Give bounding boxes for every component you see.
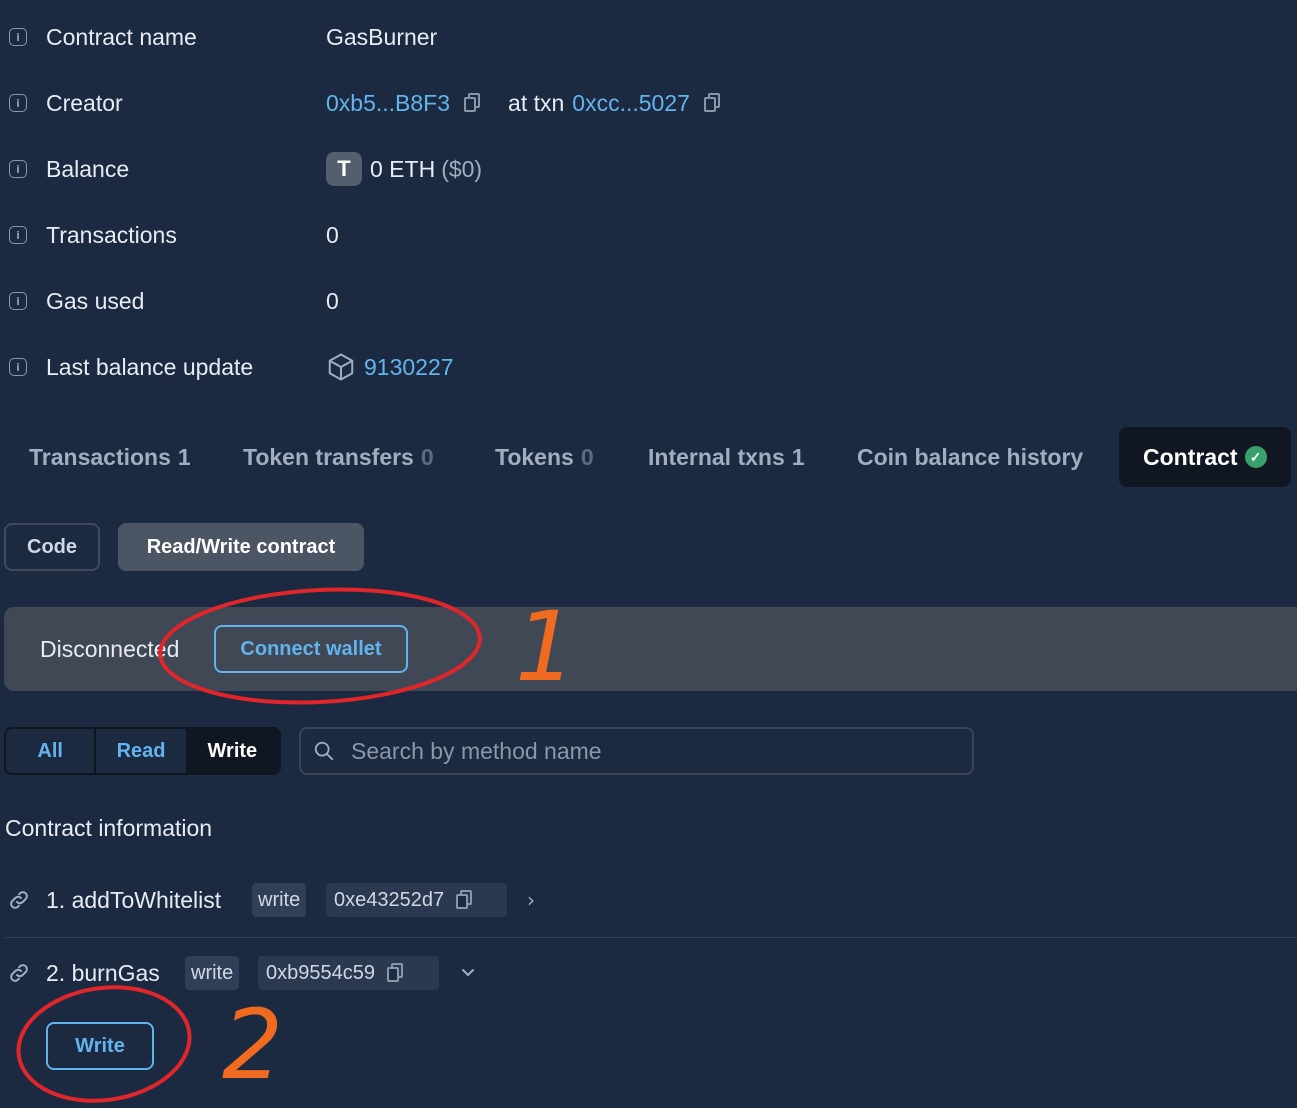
tab-transactions[interactable]: Transactions 1 (29, 427, 191, 487)
connect-wallet-button[interactable]: Connect wallet (214, 625, 408, 673)
divider (5, 937, 1297, 938)
wallet-status: Disconnected (40, 636, 180, 662)
tab-label: Coin balance history (857, 443, 1084, 470)
at-txn-text: at txn (508, 89, 565, 116)
copy-icon[interactable] (386, 963, 405, 983)
tab-coin-balance-history[interactable]: Coin balance history (857, 427, 1083, 487)
method-name[interactable]: 1. addToWhitelist (46, 887, 221, 914)
last-update-label: Last balance update (46, 353, 254, 380)
detail-contract-name: i Contract name GasBurner (0, 17, 1297, 57)
tab-label: Tokens (495, 443, 574, 470)
block-cube-icon (328, 353, 354, 381)
tab-count: 0 (580, 443, 594, 470)
creator-address-link[interactable]: 0xb5...B8F3 (326, 90, 450, 117)
tab-count: 1 (177, 443, 191, 470)
subtab-code[interactable]: Code (4, 523, 100, 571)
search-input[interactable] (349, 736, 933, 766)
balance-usd: ($0) (441, 155, 483, 182)
last-update-value: 9130227 (326, 352, 454, 382)
method-row: 2. burnGas write 0xb9554c59 (0, 953, 1297, 993)
tab-label: Internal txns (648, 443, 785, 470)
verified-check-icon: ✓ (1244, 446, 1267, 468)
contract-name-label: Contract name (46, 23, 197, 50)
method-selector: 0xb9554c59 (258, 956, 439, 990)
method-row: 1. addToWhitelist write 0xe43252d7 › (0, 880, 1297, 920)
chevron-right-icon[interactable]: › (527, 888, 535, 912)
info-icon[interactable]: i (9, 226, 27, 244)
block-number-link[interactable]: 9130227 (364, 354, 454, 381)
gas-used-value: 0 (326, 287, 339, 314)
link-icon[interactable] (7, 888, 31, 912)
balance-amount: 0 ETH (370, 155, 436, 182)
wallet-banner (4, 607, 1297, 691)
info-icon[interactable]: i (9, 160, 27, 178)
detail-balance: i Balance T 0 ETH ($0) (0, 149, 1297, 189)
detail-creator: i Creator 0xb5...B8F3 at txn 0xcc...5027 (0, 83, 1297, 123)
search-icon (314, 741, 334, 761)
address-tabs: Transactions 1 Token transfers 0 Tokens … (0, 427, 1297, 487)
method-filter: All Read Write (4, 727, 281, 775)
tab-label: Transactions (29, 443, 171, 470)
tab-label: Contract (1143, 443, 1238, 470)
method-tag: write (252, 883, 307, 917)
filter-write[interactable]: Write (185, 729, 279, 773)
method-search (299, 727, 974, 775)
balance-value: T 0 ETH ($0) (326, 152, 482, 186)
contract-name-value: GasBurner (326, 23, 438, 50)
selector-value: 0xe43252d7 (334, 888, 445, 911)
write-button[interactable]: Write (46, 1022, 154, 1070)
detail-transactions: i Transactions 0 (0, 215, 1297, 255)
creator-label: Creator (46, 89, 123, 116)
tab-token-transfers[interactable]: Token transfers 0 (243, 427, 434, 487)
method-selector: 0xe43252d7 (326, 883, 507, 917)
copy-icon[interactable] (464, 93, 482, 113)
info-icon[interactable]: i (9, 292, 27, 310)
info-icon[interactable]: i (9, 358, 27, 376)
tab-contract[interactable]: Contract ✓ (1119, 427, 1291, 487)
filter-read[interactable]: Read (96, 729, 185, 773)
link-icon[interactable] (7, 961, 31, 985)
detail-last-balance-update: i Last balance update 9130227 (0, 347, 1297, 387)
tab-internal-txns[interactable]: Internal txns 1 (648, 427, 805, 487)
tab-count: 1 (791, 443, 805, 470)
selector-value: 0xb9554c59 (266, 961, 375, 984)
token-icon: T (326, 152, 362, 186)
annotation-number-2: 2 (222, 989, 283, 1101)
transactions-value: 0 (326, 221, 339, 248)
chevron-down-icon[interactable] (458, 963, 478, 983)
info-icon[interactable]: i (9, 28, 27, 46)
copy-icon[interactable] (703, 93, 722, 113)
tab-tokens[interactable]: Tokens 0 (495, 427, 594, 487)
creator-txn-link[interactable]: 0xcc...5027 (572, 90, 690, 117)
tab-count: 0 (420, 443, 434, 470)
section-title: Contract information (5, 815, 213, 841)
method-tag: write (185, 956, 240, 990)
balance-label: Balance (46, 155, 130, 182)
copy-icon[interactable] (456, 890, 474, 910)
gas-used-label: Gas used (46, 287, 145, 314)
creator-value: 0xb5...B8F3 at txn 0xcc...5027 (326, 90, 722, 117)
method-name[interactable]: 2. burnGas (46, 960, 160, 987)
transactions-label: Transactions (46, 221, 177, 248)
subtab-read-write-contract[interactable]: Read/Write contract (118, 523, 364, 571)
info-icon[interactable]: i (9, 94, 27, 112)
tab-label: Token transfers (243, 443, 414, 470)
filter-all[interactable]: All (6, 729, 97, 773)
detail-gas-used: i Gas used 0 (0, 281, 1297, 321)
